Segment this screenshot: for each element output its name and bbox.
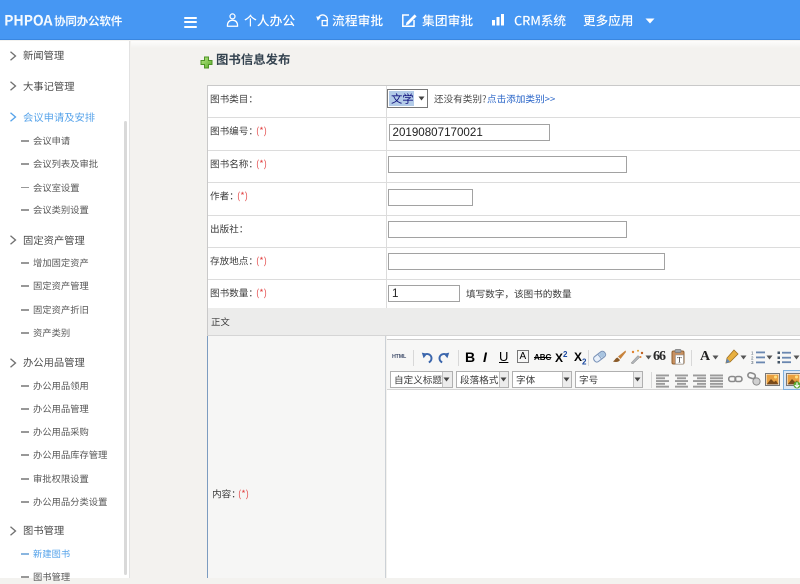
svg-text:T: T [677,356,682,365]
svg-text:3: 3 [751,360,754,364]
